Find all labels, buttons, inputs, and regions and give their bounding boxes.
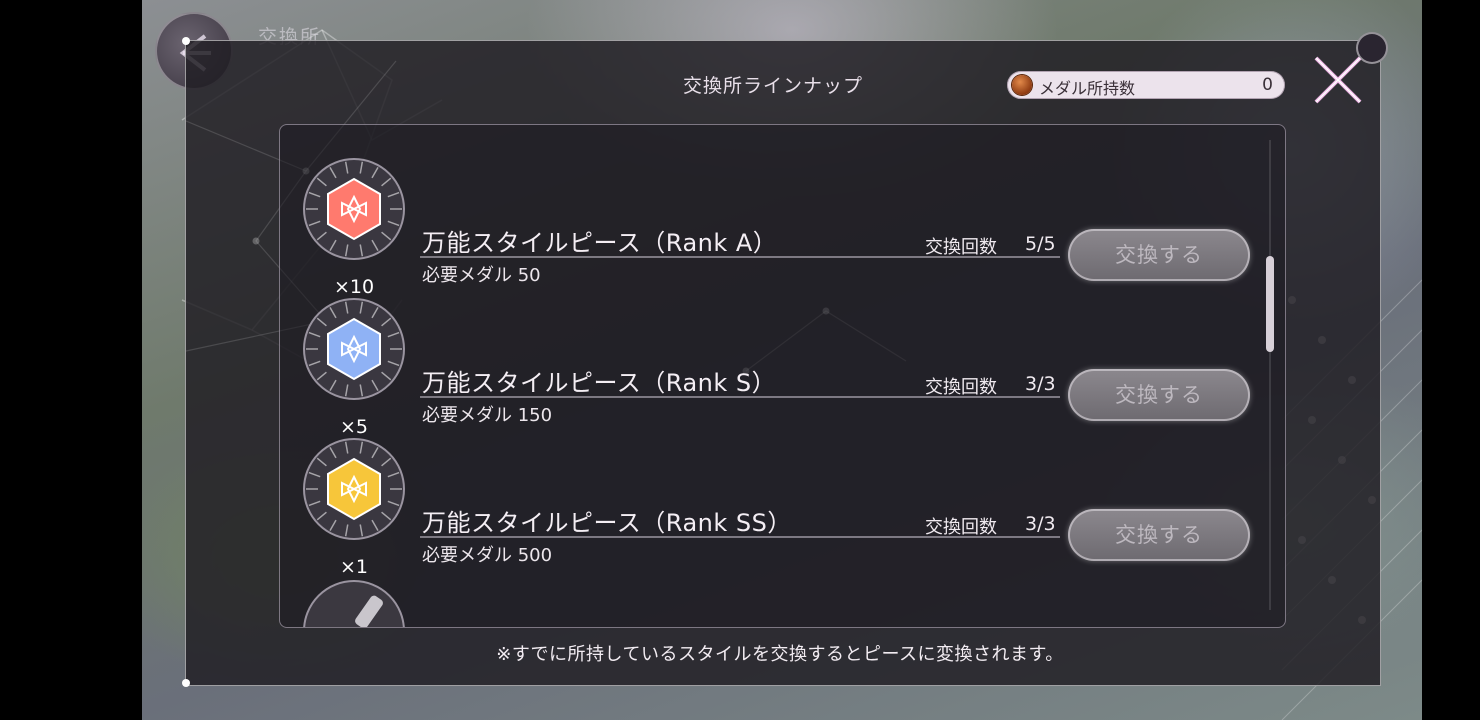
exchange-count-value: 5/5 xyxy=(1025,233,1056,255)
style-piece-icon xyxy=(303,158,405,260)
exchange-count-value: 3/3 xyxy=(1025,373,1056,395)
item-name: 万能スタイルピース（Rank S） xyxy=(422,369,777,397)
exchange-list[interactable]: ×10 万能スタイルピース（Rank A） 必要メダル 50 交換回数 5/5 … xyxy=(279,124,1286,628)
list-item-3: ×1 万能スタイルピース（Rank SS） 必要メダル 500 交換回数 3/3… xyxy=(280,437,1285,578)
exchange-button[interactable]: 交換する xyxy=(1068,509,1250,561)
exchange-count-value: 3/3 xyxy=(1025,513,1056,535)
medal-count-box: メダル所持数 0 xyxy=(1007,71,1285,99)
scrollbar-thumb[interactable] xyxy=(1266,256,1274,352)
list-item-partial xyxy=(280,579,1285,627)
exchange-button[interactable]: 交換する xyxy=(1068,369,1250,421)
item-required-medals: 必要メダル 150 xyxy=(422,405,553,426)
exchange-count-label: 交換回数 xyxy=(925,237,997,258)
item-quantity: ×10 xyxy=(333,276,375,298)
medal-count-value: 0 xyxy=(1262,75,1273,95)
modal-title: 交換所ラインナップ xyxy=(683,75,864,97)
key-item-icon xyxy=(303,580,405,627)
exchange-count-label: 交換回数 xyxy=(925,377,997,398)
item-quantity: ×1 xyxy=(339,556,368,578)
style-piece-icon xyxy=(303,298,405,400)
medal-icon xyxy=(1012,75,1032,95)
exchange-count-label: 交換回数 xyxy=(925,517,997,538)
corner-dot xyxy=(182,679,190,687)
item-required-medals: 必要メダル 500 xyxy=(422,545,553,566)
item-name: 万能スタイルピース（Rank SS） xyxy=(422,509,792,537)
medal-count-label: メダル所持数 xyxy=(1039,79,1136,98)
list-item-2: ×5 万能スタイルピース（Rank S） 必要メダル 150 交換回数 3/3 … xyxy=(280,297,1285,438)
style-piece-icon xyxy=(303,438,405,540)
item-required-medals: 必要メダル 50 xyxy=(422,265,541,286)
exchange-button[interactable]: 交換する xyxy=(1068,229,1250,281)
corner-dot xyxy=(182,37,190,45)
scroll-track xyxy=(1269,140,1271,610)
screen: 交換所 交換所ラインナップ メダル所持数 0 ×10 万能スタイルピース（Ran… xyxy=(0,0,1480,720)
item-name: 万能スタイルピース（Rank A） xyxy=(422,229,778,257)
item-quantity: ×5 xyxy=(339,416,368,438)
close-icon xyxy=(1314,56,1362,104)
list-item-1: ×10 万能スタイルピース（Rank A） 必要メダル 50 交換回数 5/5 … xyxy=(280,157,1285,298)
close-button[interactable] xyxy=(1310,52,1366,108)
footnote: ※すでに所持しているスタイルを交換するとピースに変換されます。 xyxy=(496,644,1064,665)
